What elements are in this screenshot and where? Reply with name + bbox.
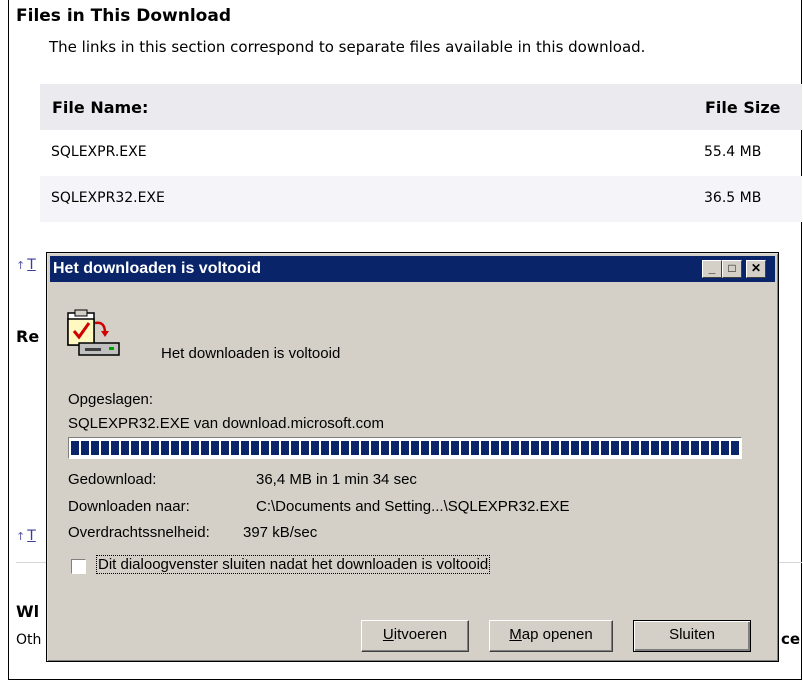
open-folder-button[interactable]: Map openen — [489, 620, 613, 652]
top-of-page-link[interactable]: ↑ T — [16, 528, 36, 544]
dialog-title: Het downloaden is voltooid — [53, 260, 261, 277]
run-button-label: itvoeren — [393, 626, 448, 643]
up-arrow-icon: ↑ — [16, 259, 26, 272]
downloaded-label: Gedownload: — [68, 471, 157, 488]
downloaded-value: 36,4 MB in 1 min 34 sec — [256, 471, 417, 488]
download-progress-bar — [68, 437, 742, 459]
file-size-header: File Size — [705, 98, 781, 117]
close-button[interactable]: ✕ — [746, 260, 766, 278]
transfer-rate-value: 397 kB/sec — [243, 524, 318, 541]
download-complete-icon — [67, 309, 120, 356]
section-title: Files in This Download — [16, 6, 231, 26]
section-description: The links in this section correspond to … — [49, 38, 646, 56]
close-when-done-label[interactable]: Dit dialoogvenster sluiten nadat het dow… — [95, 555, 491, 574]
open-folder-accesskey: M — [509, 626, 522, 643]
dialog-titlebar[interactable]: Het downloaden is voltooid _ □ ✕ — [50, 256, 775, 282]
table-row[interactable]: SQLEXPR32.EXE 36.5 MB — [40, 176, 802, 222]
progress-fill — [71, 441, 739, 455]
download-complete-dialog: Het downloaden is voltooid _ □ ✕ Het dow… — [46, 252, 779, 662]
dialog-heading: Het downloaden is voltooid — [161, 345, 341, 362]
section-heading-fragment: Wl — [16, 602, 40, 621]
table-row[interactable]: SQLEXPR.EXE 55.4 MB — [40, 130, 802, 176]
section-heading-fragment: Re — [16, 327, 40, 346]
destination-value: C:\Documents and Setting...\SQLEXPR32.EX… — [256, 498, 570, 515]
files-table-header: File Name: File Size — [40, 84, 802, 130]
run-button[interactable]: Uitvoeren — [361, 620, 469, 652]
file-name[interactable]: SQLEXPR.EXE — [51, 144, 147, 160]
top-of-page-link[interactable]: ↑ T — [16, 257, 36, 273]
close-when-done-checkbox[interactable] — [71, 559, 86, 574]
top-link-text[interactable]: T — [27, 528, 36, 544]
up-arrow-icon: ↑ — [16, 530, 26, 543]
close-dialog-button[interactable]: Sluiten — [633, 620, 751, 652]
text-fragment: Oth — [16, 632, 42, 648]
saved-label: Opgeslagen: — [68, 391, 154, 408]
transfer-rate-label: Overdrachtssnelheid: — [68, 524, 210, 541]
file-name-header: File Name: — [52, 98, 149, 117]
file-size: 55.4 MB — [704, 144, 762, 160]
top-link-text[interactable]: T — [27, 257, 36, 273]
file-size: 36.5 MB — [704, 190, 762, 206]
open-folder-label: ap openen — [521, 626, 593, 643]
saved-value: SQLEXPR32.EXE van download.microsoft.com — [68, 415, 384, 432]
destination-label: Downloaden naar: — [68, 498, 190, 515]
text-fragment: ce — [781, 630, 801, 648]
minimize-button[interactable]: _ — [702, 260, 722, 278]
run-button-accesskey: U — [382, 626, 394, 643]
file-name[interactable]: SQLEXPR32.EXE — [51, 190, 165, 206]
maximize-button[interactable]: □ — [722, 260, 742, 278]
